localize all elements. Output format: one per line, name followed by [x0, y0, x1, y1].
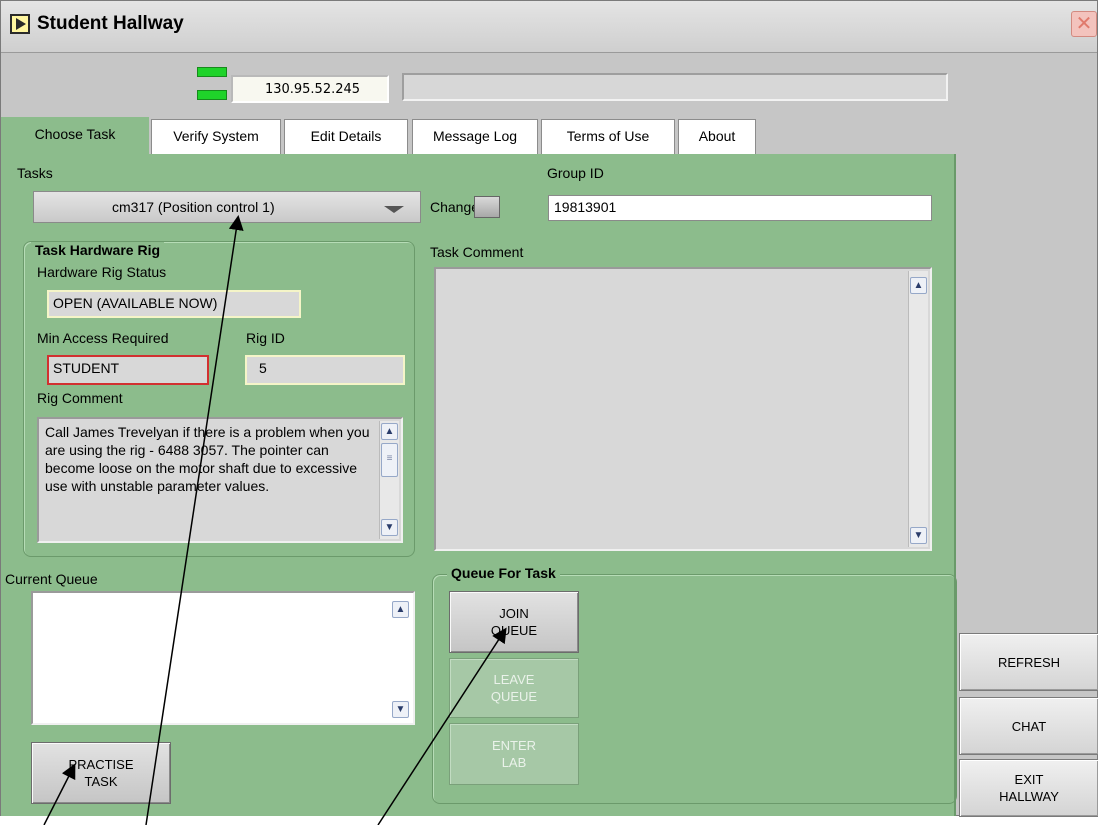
group-id-field[interactable]: 19813901 — [548, 195, 932, 221]
tab-message-log[interactable]: Message Log — [412, 119, 538, 155]
task-comment-scrollbar[interactable]: ▲ ▼ — [908, 271, 928, 547]
hardware-rig-status-label: Hardware Rig Status — [37, 264, 167, 280]
scroll-down-icon[interactable]: ▼ — [392, 701, 409, 718]
practise-task-button[interactable]: PRACTISE TASK — [31, 742, 171, 804]
rig-comment-label: Rig Comment — [37, 390, 123, 406]
min-access-label: Min Access Required — [37, 330, 169, 346]
enter-lab-label-2: LAB — [501, 755, 527, 770]
exit-hallway-button[interactable]: EXIT HALLWAY — [959, 759, 1098, 817]
rig-comment-scrollbar[interactable]: ▲ ≡ ▼ — [379, 421, 399, 539]
practise-task-label-1: PRACTISE — [68, 757, 134, 772]
scroll-up-icon[interactable]: ▲ — [392, 601, 409, 618]
task-comment-label: Task Comment — [430, 244, 524, 260]
rig-id-label: Rig ID — [246, 330, 285, 346]
scroll-down-icon[interactable]: ▼ — [381, 519, 398, 536]
leave-queue-label-1: LEAVE — [493, 672, 535, 687]
window-title: Student Hallway — [37, 13, 184, 34]
tasks-dropdown[interactable]: cm317 (Position control 1) — [33, 191, 421, 223]
current-queue-label: Current Queue — [5, 571, 98, 587]
close-icon[interactable]: ✕ — [1071, 11, 1097, 37]
join-queue-label-2: QUEUE — [490, 623, 538, 638]
rig-comment-text: Call James Trevelyan if there is a probl… — [37, 417, 403, 543]
change-group-button[interactable] — [474, 196, 500, 218]
refresh-button[interactable]: REFRESH — [959, 633, 1098, 691]
enter-lab-label-1: ENTER — [491, 738, 537, 753]
student-hallway-window: Student Hallway ✕ 130.95.52.245 Choose T… — [0, 0, 1098, 817]
practise-task-label-2: TASK — [84, 774, 118, 789]
tab-edit-details[interactable]: Edit Details — [284, 119, 408, 155]
status-message-display — [402, 73, 948, 101]
change-label: Change — [430, 199, 480, 215]
ip-address-display: 130.95.52.245 — [231, 75, 389, 103]
chat-button[interactable]: CHAT — [959, 697, 1098, 755]
tab-verify-system[interactable]: Verify System — [151, 119, 281, 155]
app-icon — [10, 14, 30, 34]
join-queue-button[interactable]: JOIN QUEUE — [449, 591, 579, 653]
task-comment-text: ▲ ▼ — [434, 267, 932, 551]
rig-id-value: 5 — [245, 355, 405, 385]
scroll-up-icon[interactable]: ▲ — [381, 423, 398, 440]
tab-about[interactable]: About — [678, 119, 756, 155]
scroll-up-icon[interactable]: ▲ — [910, 277, 927, 294]
status-led-top — [197, 67, 227, 77]
tasks-dropdown-value: cm317 (Position control 1) — [112, 199, 275, 215]
enter-lab-button[interactable]: ENTER LAB — [449, 723, 579, 785]
scroll-thumb[interactable]: ≡ — [381, 443, 398, 477]
group-id-label: Group ID — [547, 165, 604, 181]
tasks-label: Tasks — [17, 165, 53, 181]
leave-queue-label-2: QUEUE — [490, 689, 538, 704]
tab-choose-task[interactable]: Choose Task — [1, 117, 149, 159]
task-hardware-rig-title: Task Hardware Rig — [31, 242, 165, 258]
scroll-down-icon[interactable]: ▼ — [910, 527, 927, 544]
status-led-bottom — [197, 90, 227, 100]
queue-for-task-title: Queue For Task — [447, 565, 560, 581]
chevron-down-icon — [384, 206, 404, 213]
leave-queue-button[interactable]: LEAVE QUEUE — [449, 658, 579, 718]
title-bar: Student Hallway ✕ — [1, 1, 1097, 53]
exit-hallway-label-2: HALLWAY — [999, 789, 1059, 804]
rig-comment-content: Call James Trevelyan if there is a probl… — [45, 424, 370, 494]
current-queue-scrollbar[interactable]: ▲ ▼ — [391, 595, 411, 721]
join-queue-label-1: JOIN — [499, 606, 529, 621]
exit-hallway-label-1: EXIT — [1014, 772, 1044, 787]
hardware-rig-status-value: OPEN (AVAILABLE NOW) — [47, 290, 301, 318]
current-queue-list: ▲ ▼ — [31, 591, 415, 725]
tab-terms-of-use[interactable]: Terms of Use — [541, 119, 675, 155]
min-access-value: STUDENT — [47, 355, 209, 385]
